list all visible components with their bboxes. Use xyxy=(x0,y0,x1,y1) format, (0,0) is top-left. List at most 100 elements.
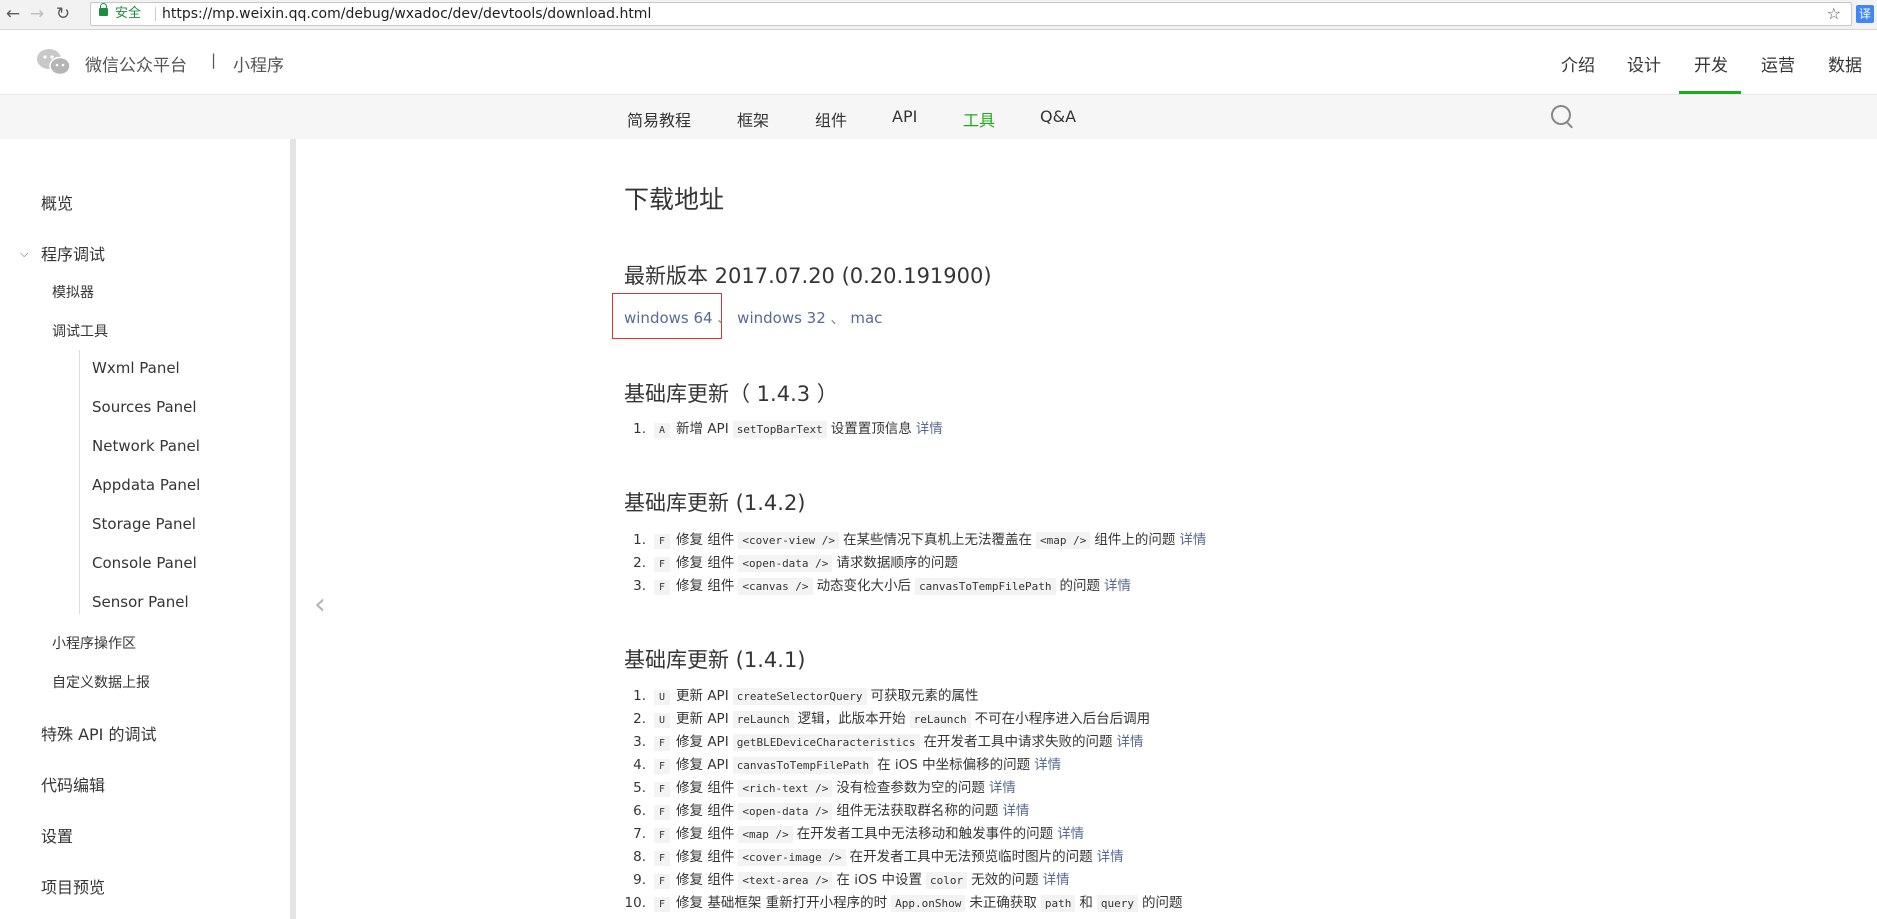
bookmark-star-icon[interactable]: ☆ xyxy=(1827,3,1841,25)
item-text: 在开发者工具中无法预览临时图片的问题 xyxy=(849,849,1093,865)
section-heading: 基础库更新 (1.4.1) xyxy=(624,648,806,672)
subnav-tutorial[interactable]: 简易教程 xyxy=(627,107,691,131)
sidebar-item-special-api[interactable]: 特殊 API 的调试 xyxy=(41,721,157,745)
subnav-tools[interactable]: 工具 xyxy=(963,107,995,131)
reload-icon[interactable]: ↻ xyxy=(52,3,74,25)
detail-link[interactable]: 详情 xyxy=(1057,826,1084,842)
download-separator: 、 xyxy=(830,309,846,327)
section-heading: 基础库更新（ 1.4.3 ） xyxy=(624,382,838,406)
url-text[interactable]: https://mp.weixin.qq.com/debug/wxadoc/de… xyxy=(162,3,651,25)
forward-icon[interactable]: → xyxy=(26,3,48,25)
detail-link[interactable]: 详情 xyxy=(1097,849,1124,865)
item-number: 10. xyxy=(624,895,646,911)
detail-link[interactable]: 详情 xyxy=(1043,872,1070,888)
item-text: 更新 API xyxy=(676,711,729,727)
code-snippet: <cover-image /> xyxy=(738,849,846,866)
code-snippet: canvasToTempFilePath xyxy=(915,578,1056,595)
sidebar-item-operation-area[interactable]: 小程序操作区 xyxy=(52,633,136,653)
detail-link[interactable]: 详情 xyxy=(989,780,1016,796)
subnav-components[interactable]: 组件 xyxy=(815,107,847,131)
code-snippet: <cover-view /> xyxy=(738,532,840,549)
sidebar-item-network-panel[interactable]: Network Panel xyxy=(92,437,200,455)
address-bar[interactable]: 安全 https://mp.weixin.qq.com/debug/wxadoc… xyxy=(90,2,1852,26)
changelog-item: 8. F 修复 组件 <cover-image /> 在开发者工具中无法预览临时图片的问… xyxy=(620,846,1182,869)
topnav-operate[interactable]: 运营 xyxy=(1761,51,1795,76)
code-snippet: <open-data /> xyxy=(738,555,833,572)
change-type-badge: F xyxy=(654,851,671,866)
collapse-sidebar-icon[interactable]: ‹ xyxy=(314,587,326,622)
item-text: 在某些情况下真机上无法覆盖在 xyxy=(843,532,1033,548)
subnav-framework[interactable]: 框架 xyxy=(737,107,769,131)
back-icon[interactable]: ← xyxy=(2,3,24,25)
change-type-badge: F xyxy=(654,580,671,595)
item-text: 更新 API xyxy=(676,688,729,704)
search-icon[interactable] xyxy=(1551,105,1571,125)
item-text: 不可在小程序进入后台后调用 xyxy=(974,711,1151,727)
subnav-qa[interactable]: Q&A xyxy=(1040,107,1076,126)
sidebar-item-sources-panel[interactable]: Sources Panel xyxy=(92,398,197,416)
sidebar-item-custom-report[interactable]: 自定义数据上报 xyxy=(52,672,150,692)
item-text: 在开发者工具中无法移动和触发事件的问题 xyxy=(796,826,1054,842)
detail-link[interactable]: 详情 xyxy=(1002,803,1029,819)
change-type-badge: F xyxy=(654,736,671,751)
topnav-design[interactable]: 设计 xyxy=(1627,51,1661,76)
download-windows64-link[interactable]: windows 64 xyxy=(624,309,713,327)
item-number: 5. xyxy=(633,780,646,796)
sidebar-scrollbar[interactable] xyxy=(290,139,296,919)
changelog-item: 4. F 修复 API canvasToTempFilePath 在 iOS 中坐标偏移… xyxy=(620,754,1182,777)
detail-link[interactable]: 详情 xyxy=(1104,578,1131,594)
item-text: 修复 组件 xyxy=(676,849,735,865)
change-type-badge: F xyxy=(654,805,671,820)
item-number: 6. xyxy=(633,803,646,819)
sidebar-item-preview[interactable]: 项目预览 xyxy=(41,874,105,898)
sidebar-item-debugging[interactable]: 程序调试 xyxy=(41,241,105,265)
sidebar-item-code-edit[interactable]: 代码编辑 xyxy=(41,772,105,796)
sidebar-item-settings[interactable]: 设置 xyxy=(41,823,73,847)
sidebar-item-overview[interactable]: 概览 xyxy=(41,190,73,214)
change-type-badge: F xyxy=(654,534,671,549)
sidebar-item-wxml-panel[interactable]: Wxml Panel xyxy=(92,359,180,377)
changelog-item: 10. F 修复 基础框架 重新打开小程序的时 App.onShow 未正确获取 path… xyxy=(620,892,1182,915)
download-windows32-link[interactable]: windows 32 xyxy=(737,309,826,327)
detail-link[interactable]: 详情 xyxy=(1034,757,1061,773)
detail-link[interactable]: 详情 xyxy=(1117,734,1144,750)
address-separator xyxy=(155,7,156,21)
item-text: 修复 组件 xyxy=(676,555,735,571)
topnav-data[interactable]: 数据 xyxy=(1828,51,1862,76)
change-type-badge: U xyxy=(654,690,671,705)
item-text: 没有检查参数为空的问题 xyxy=(836,780,985,796)
item-number: 1. xyxy=(633,688,646,704)
item-text: 未正确获取 xyxy=(969,895,1037,911)
topnav-develop[interactable]: 开发 xyxy=(1694,51,1728,76)
sidebar-item-appdata-panel[interactable]: Appdata Panel xyxy=(92,476,200,494)
change-type-badge: F xyxy=(654,897,671,912)
sidebar-item-sensor-panel[interactable]: Sensor Panel xyxy=(92,593,189,611)
subnav-api[interactable]: API xyxy=(892,107,917,126)
change-type-badge: A xyxy=(654,423,671,438)
code-snippet: <map /> xyxy=(1036,532,1091,549)
translate-icon[interactable]: 译 xyxy=(1856,5,1874,23)
topnav-intro[interactable]: 介绍 xyxy=(1561,51,1595,76)
sidebar-item-storage-panel[interactable]: Storage Panel xyxy=(92,515,196,533)
item-text: 和 xyxy=(1079,895,1093,911)
item-text: 修复 组件 xyxy=(676,532,735,548)
sidebar-item-debug-tools[interactable]: 调试工具 xyxy=(52,321,108,341)
sub-navigation: 简易教程 框架 组件 API 工具 Q&A xyxy=(0,95,1877,139)
brand-subtitle[interactable]: 小程序 xyxy=(233,51,284,76)
sidebar-item-simulator[interactable]: 模拟器 xyxy=(52,282,94,302)
code-snippet: query xyxy=(1096,895,1138,912)
sidebar-item-console-panel[interactable]: Console Panel xyxy=(92,554,197,572)
chevron-down-icon[interactable]: ⌵ xyxy=(20,247,28,261)
detail-link[interactable]: 详情 xyxy=(916,421,943,437)
download-mac-link[interactable]: mac xyxy=(850,309,882,327)
detail-link[interactable]: 详情 xyxy=(1179,532,1206,548)
item-text: 在 iOS 中坐标偏移的问题 xyxy=(877,757,1031,773)
changelog-item: 7. F 修复 组件 <map /> 在开发者工具中无法移动和触发事件的问题 详情 xyxy=(620,823,1182,846)
site-header: 微信公众平台 | 小程序 介绍 设计 开发 运营 数据 xyxy=(0,30,1877,95)
changelog-list: 1. A 新增 API setTopBarText 设置置顶信息 详情 xyxy=(620,418,943,441)
item-number: 9. xyxy=(633,872,646,888)
wechat-logo-icon[interactable] xyxy=(36,47,72,77)
brand-separator: | xyxy=(211,51,217,69)
brand-name[interactable]: 微信公众平台 xyxy=(85,51,187,76)
section-heading: 基础库更新 (1.4.2) xyxy=(624,491,806,515)
